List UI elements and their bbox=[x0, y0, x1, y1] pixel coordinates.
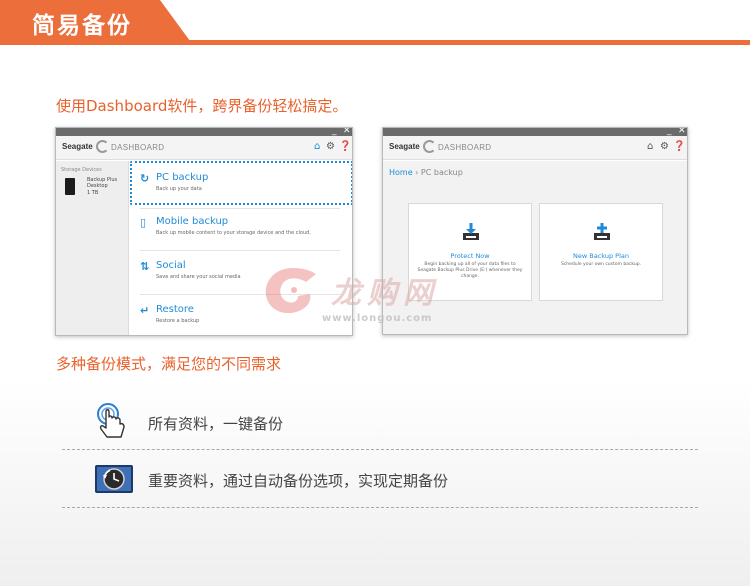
menu-divider bbox=[140, 250, 340, 251]
breadcrumb-current: PC backup bbox=[420, 168, 463, 177]
home-icon[interactable]: ⌂ bbox=[314, 141, 320, 152]
watermark-text: 龙购网 bbox=[331, 276, 439, 311]
storage-devices-label: Storage Devices bbox=[61, 167, 102, 173]
menu-item-title: Social bbox=[156, 260, 186, 271]
seagate-logo-text: Seagate bbox=[62, 142, 93, 151]
time-machine-icon bbox=[95, 465, 133, 493]
app-header: Seagate DASHBOARD ⌂ ⚙ ❓ bbox=[56, 136, 352, 160]
card-description: Schedule your own custom backup. bbox=[560, 262, 642, 267]
menu-item-subtitle: Save and share your social media bbox=[156, 274, 241, 280]
seagate-logo-text: Seagate bbox=[389, 142, 420, 151]
dashed-divider bbox=[62, 507, 698, 508]
watermark-url: www.longou.com bbox=[322, 313, 433, 324]
banner-underline bbox=[0, 40, 750, 45]
menu-item-subtitle: Back up your data bbox=[156, 186, 202, 192]
sync-arrows-icon: ⇅ bbox=[140, 260, 150, 273]
gear-icon[interactable]: ⚙ bbox=[326, 141, 335, 152]
menu-item-title: PC backup bbox=[156, 172, 209, 183]
menu-item-subtitle: Back up mobile content to your storage d… bbox=[156, 230, 311, 236]
device-size: 1 TB bbox=[87, 190, 99, 196]
window-titlebar: _ ✕ bbox=[56, 128, 352, 136]
dashboard-label: DASHBOARD bbox=[438, 143, 492, 152]
banner-title: 简易备份 bbox=[32, 13, 132, 39]
touch-hand-icon bbox=[97, 403, 125, 438]
window-titlebar: _ ✕ bbox=[383, 128, 687, 136]
new-backup-plan-card[interactable]: New Backup Plan Schedule your own custom… bbox=[539, 203, 663, 301]
download-tray-icon bbox=[463, 223, 479, 240]
help-icon[interactable]: ❓ bbox=[673, 141, 685, 152]
menu-divider bbox=[140, 208, 340, 209]
seagate-swirl-icon bbox=[96, 140, 109, 153]
dragon-watermark-icon bbox=[265, 268, 316, 314]
add-tray-icon bbox=[594, 223, 610, 240]
menu-item-title: Restore bbox=[156, 304, 194, 315]
app-header: Seagate DASHBOARD ⌂ ⚙ ❓ bbox=[383, 136, 687, 160]
drive-icon[interactable] bbox=[65, 178, 75, 195]
subhead-text: 多种备份模式，满足您的不同需求 bbox=[56, 355, 282, 373]
card-title: New Backup Plan bbox=[573, 252, 629, 260]
seagate-swirl-icon bbox=[423, 140, 436, 153]
breadcrumb-home-link[interactable]: Home bbox=[389, 168, 413, 177]
header-banner: 简易备份 bbox=[0, 0, 750, 45]
help-icon[interactable]: ❓ bbox=[339, 141, 351, 152]
feature-one-key-backup: 所有资料，一键备份 bbox=[148, 415, 284, 433]
refresh-icon: ↻ bbox=[140, 172, 150, 185]
dashboard-label: DASHBOARD bbox=[111, 143, 165, 152]
menu-item-subtitle: Restore a backup bbox=[156, 318, 200, 324]
breadcrumb-separator: › bbox=[415, 168, 419, 177]
return-arrow-icon: ↵ bbox=[140, 304, 150, 317]
gear-icon[interactable]: ⚙ bbox=[660, 141, 669, 152]
dashed-divider bbox=[62, 449, 698, 450]
device-name[interactable]: Backup Plus Desktop bbox=[87, 177, 127, 189]
storage-sidebar: Storage Devices Backup Plus Desktop 1 TB bbox=[56, 161, 129, 335]
card-title: Protect Now bbox=[450, 252, 490, 260]
intro-text: 使用Dashboard软件，跨界备份轻松搞定。 bbox=[56, 97, 348, 115]
home-icon[interactable]: ⌂ bbox=[647, 141, 653, 152]
menu-item-title: Mobile backup bbox=[156, 216, 229, 227]
breadcrumb: Home › PC backup bbox=[389, 168, 463, 177]
feature-scheduled-backup: 重要资料，通过自动备份选项，实现定期备份 bbox=[148, 472, 449, 490]
selected-highlight bbox=[130, 161, 352, 205]
phone-icon: ▯ bbox=[140, 216, 147, 229]
